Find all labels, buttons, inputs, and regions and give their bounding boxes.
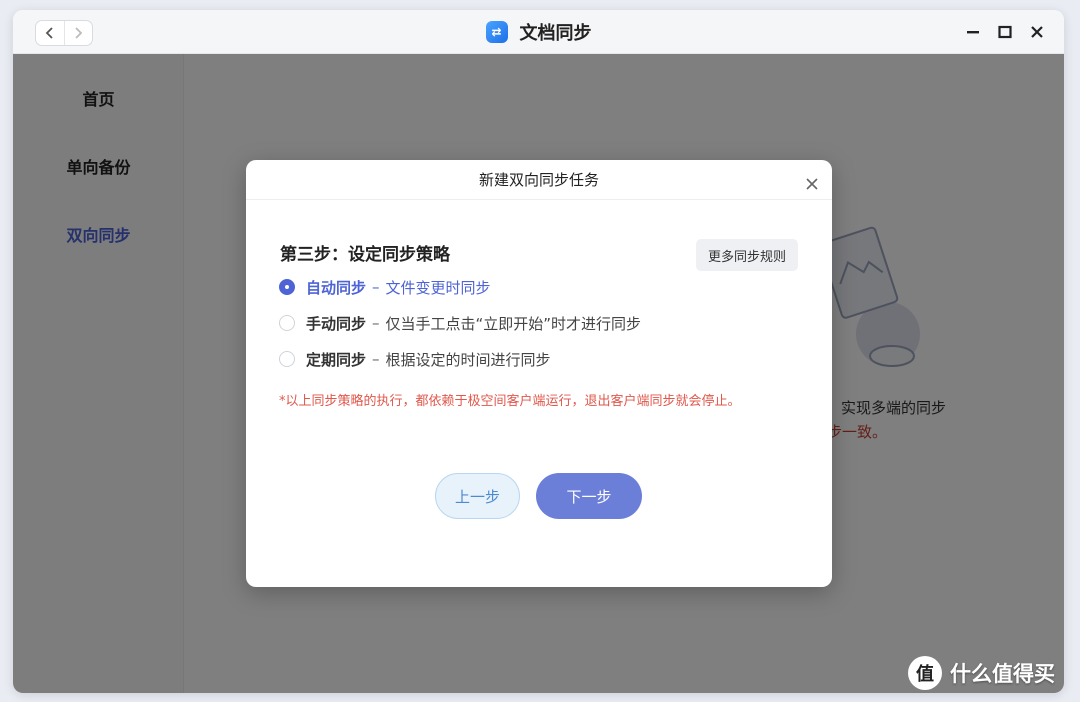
title-bar: ⇄ 文档同步: [13, 10, 1064, 54]
option-separator: –: [372, 314, 380, 332]
option-scheduled-sync[interactable]: 定期同步 – 根据设定的时间进行同步: [279, 347, 551, 371]
option-manual-sync[interactable]: 手动同步 – 仅当手工点击“立即开始”时才进行同步: [279, 311, 641, 335]
window-title: 文档同步: [519, 23, 592, 44]
option-name: 自动同步: [306, 278, 367, 297]
close-icon: [1031, 26, 1043, 38]
strategy-note: *以上同步策略的执行，都依赖于极空间客户端运行，退出客户端同步就会停止。: [279, 394, 741, 409]
watermark: 值 什么值得买: [908, 656, 1055, 690]
previous-step-button[interactable]: 上一步: [435, 473, 520, 519]
radio-manual-sync[interactable]: [279, 315, 295, 331]
option-description: 根据设定的时间进行同步: [385, 350, 551, 369]
sync-app-icon: ⇄: [485, 21, 508, 43]
minimize-icon: [967, 31, 979, 34]
next-step-button[interactable]: 下一步: [536, 473, 642, 519]
option-description: 仅当手工点击“立即开始”时才进行同步: [385, 314, 642, 333]
step-title: 第三步：设定同步策略: [280, 245, 450, 265]
dialog-close-button[interactable]: [804, 176, 820, 192]
minimize-button[interactable]: [963, 22, 983, 42]
option-name: 手动同步: [306, 314, 367, 333]
option-separator: –: [372, 278, 380, 296]
watermark-logo: 值: [908, 656, 942, 690]
watermark-text: 什么值得买: [950, 662, 1055, 686]
option-separator: –: [372, 350, 380, 368]
maximize-icon: [998, 25, 1012, 39]
close-icon: [806, 178, 818, 190]
option-name: 定期同步: [306, 350, 367, 369]
radio-scheduled-sync[interactable]: [279, 351, 295, 367]
dialog-title: 新建双向同步任务: [246, 160, 832, 200]
maximize-button[interactable]: [995, 22, 1015, 42]
more-sync-rules-button[interactable]: 更多同步规则: [696, 239, 798, 271]
new-sync-task-dialog: 新建双向同步任务 第三步：设定同步策略 更多同步规则 自动同步 – 文件变更时同…: [246, 160, 832, 587]
radio-auto-sync[interactable]: [279, 279, 295, 295]
close-window-button[interactable]: [1027, 22, 1047, 42]
option-auto-sync[interactable]: 自动同步 – 文件变更时同步: [279, 275, 491, 299]
option-description: 文件变更时同步: [385, 278, 491, 297]
title-area: ⇄ 文档同步: [13, 10, 1064, 54]
